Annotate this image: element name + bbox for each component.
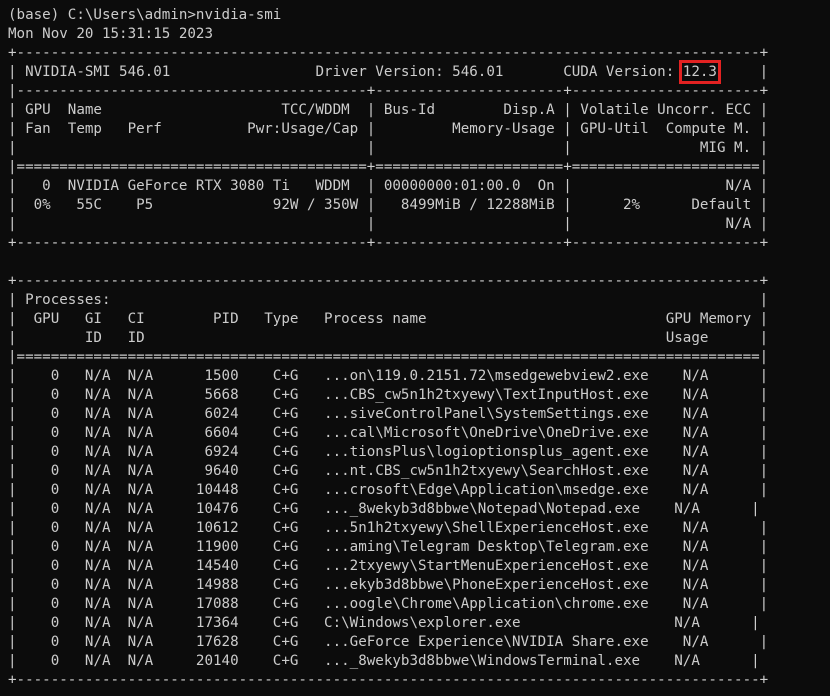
processes-title: | Processes: | [8,292,769,308]
process-row: | 0 N/A N/A 20140 C+G ..._8wekyb3d8bbwe\… [8,653,760,669]
smi-version-end: | [716,64,769,80]
gpu-border-bottom: +---------------------------------------… [8,235,769,251]
process-row: | 0 N/A N/A 9640 C+G ...nt.CBS_cw5n1h2tx… [8,463,769,479]
process-row: | 0 N/A N/A 10448 C+G ...crosoft\Edge\Ap… [8,482,769,498]
process-row: | 0 N/A N/A 6604 C+G ...cal\Microsoft\On… [8,425,769,441]
cuda-version-value: 12.3 [678,60,721,84]
process-row: | 0 N/A N/A 17088 C+G ...oogle\Chrome\Ap… [8,596,769,612]
header-border-top: +---------------------------------------… [8,45,769,61]
process-row: | 0 N/A N/A 1500 C+G ...on\119.0.2151.72… [8,368,769,384]
smi-version-text: | NVIDIA-SMI 546.01 Driver Version: 546.… [8,64,683,80]
process-row: | 0 N/A N/A 14988 C+G ...ekyb3d8bbwe\Pho… [8,577,769,593]
processes-border-bottom: +---------------------------------------… [8,672,769,688]
process-row: | 0 N/A N/A 17364 C+G C:\Windows\explore… [8,615,760,631]
gpu-row-3: | | | N/A | [8,216,769,232]
process-row: | 0 N/A N/A 6924 C+G ...tionsPlus\logiop… [8,444,769,460]
header-divider: |---------------------------------------… [8,83,769,99]
process-row: | 0 N/A N/A 14540 C+G ...2txyewy\StartMe… [8,558,769,574]
processes-column-header-1: | GPU GI CI PID Type Process name GPU Me… [8,311,769,327]
process-row: | 0 N/A N/A 5668 C+G ...CBS_cw5n1h2txyew… [8,387,769,403]
process-row: | 0 N/A N/A 17628 C+G ...GeForce Experie… [8,634,769,650]
terminal-output[interactable]: (base) C:\Users\admin>nvidia-smi Mon Nov… [8,6,830,696]
processes-border-top: +---------------------------------------… [8,273,769,289]
gpu-column-header-1: | GPU Name TCC/WDDM | Bus-Id Disp.A | Vo… [8,102,769,118]
process-row: | 0 N/A N/A 11900 C+G ...aming\Telegram … [8,539,769,555]
gpu-column-header-2: | Fan Temp Perf Pwr:Usage/Cap | Memory-U… [8,121,769,137]
gpu-column-header-3: | | | MIG M. | [8,140,769,156]
processes-column-header-2: | ID ID Usage | [8,330,769,346]
gpu-row-1: | 0 NVIDIA GeForce RTX 3080 Ti WDDM | 00… [8,178,769,194]
gpu-row-2: | 0% 55C P5 92W / 350W | 8499MiB / 12288… [8,197,769,213]
smi-version-row: | NVIDIA-SMI 546.01 Driver Version: 546.… [8,60,830,84]
process-row: | 0 N/A N/A 6024 C+G ...siveControlPanel… [8,406,769,422]
process-row: | 0 N/A N/A 10476 C+G ..._8wekyb3d8bbwe\… [8,501,760,517]
timestamp: Mon Nov 20 15:31:15 2023 [8,26,213,42]
prompt-line: (base) C:\Users\admin>nvidia-smi [8,7,282,23]
process-row: | 0 N/A N/A 10612 C+G ...5n1h2txyewy\She… [8,520,769,536]
header-double-divider: |=======================================… [8,159,769,175]
processes-double-divider: |=======================================… [8,349,769,365]
